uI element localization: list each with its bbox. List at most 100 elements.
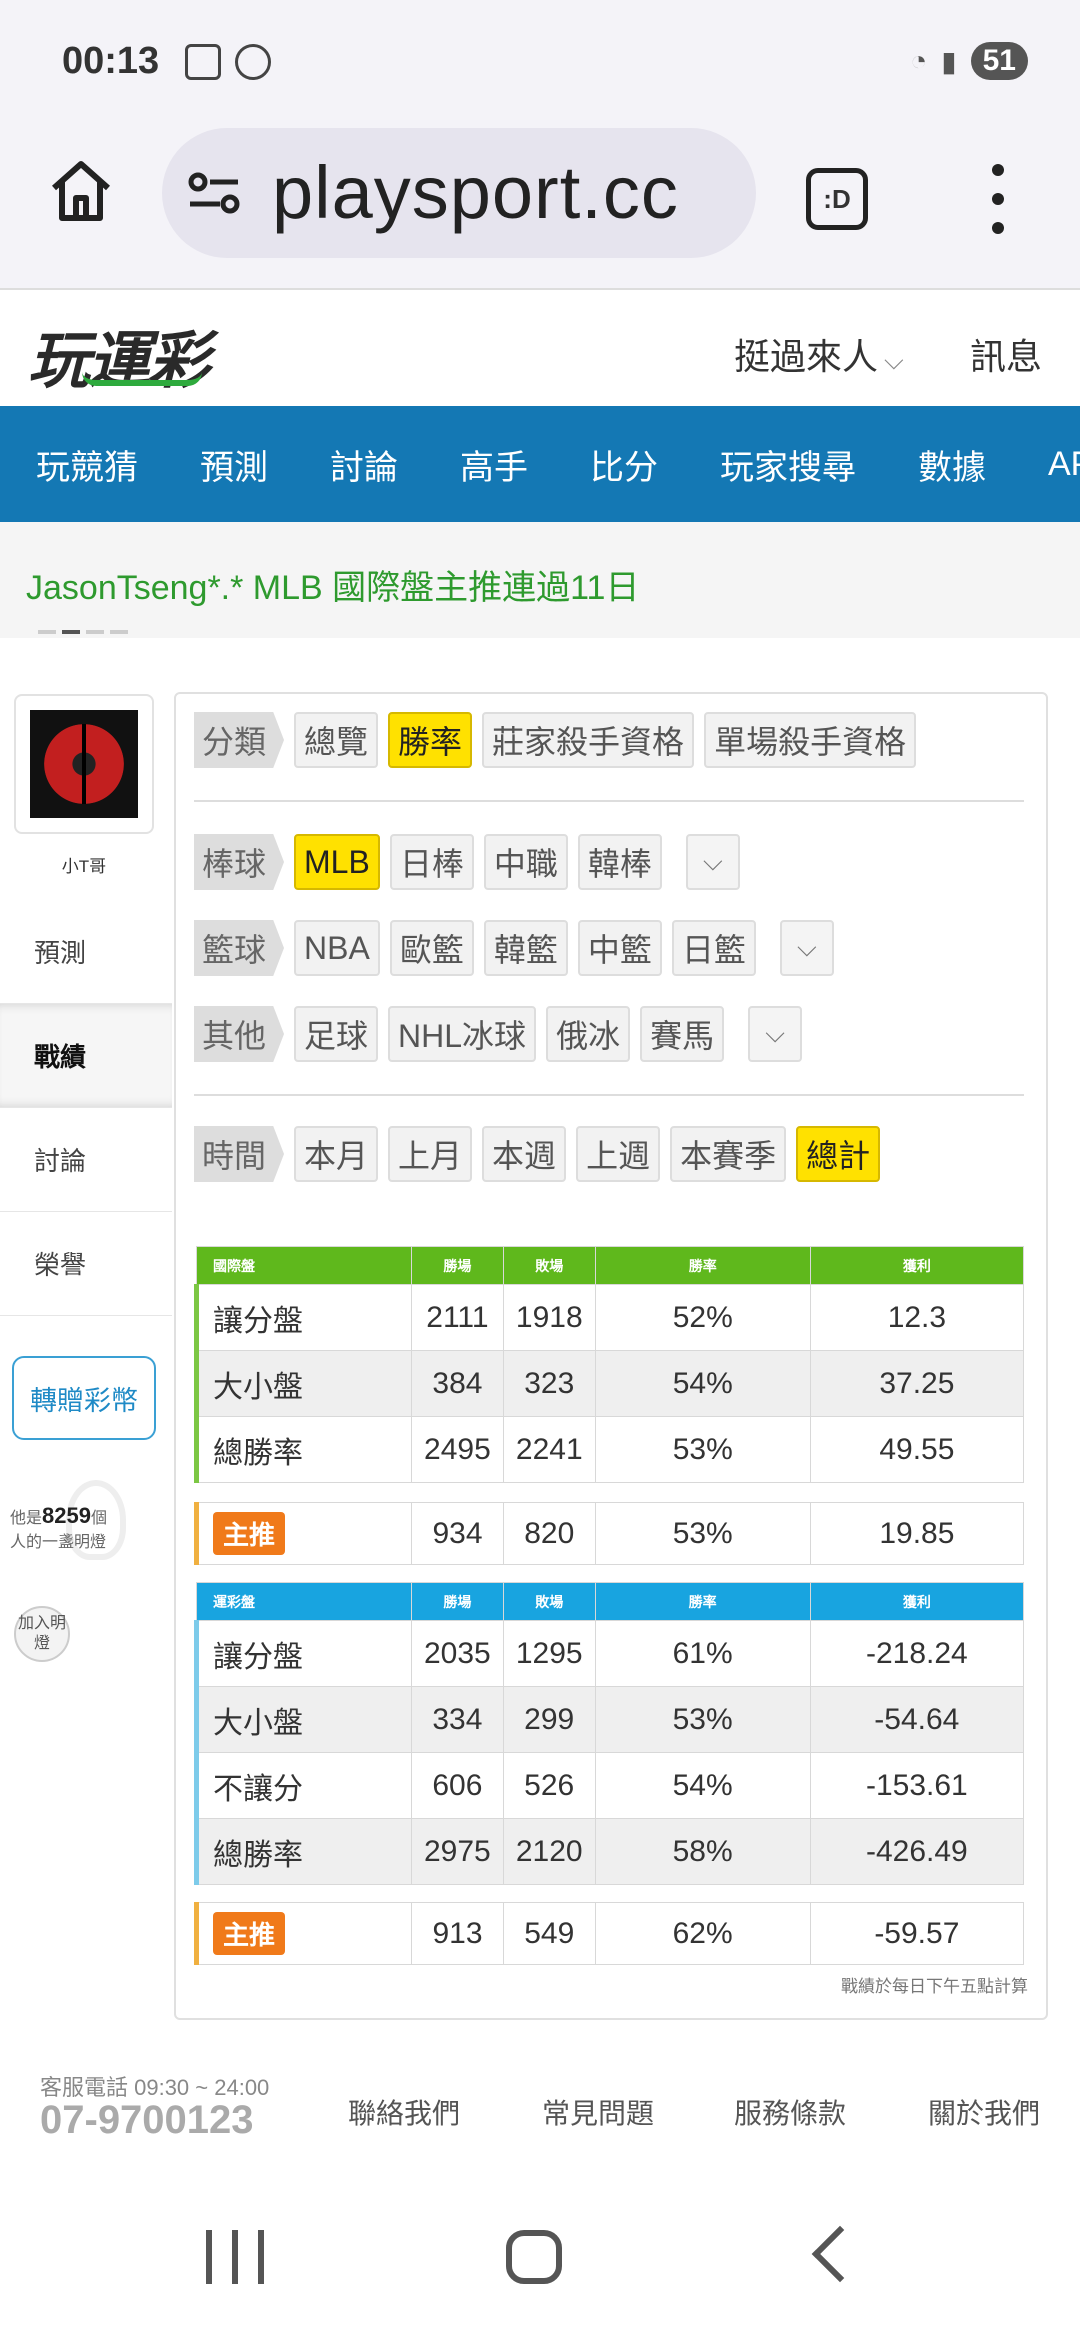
status-bar: 00:13 ◔ ▮ 51 [0,0,1080,120]
table-row: 主推 913 549 62% -59.57 [193,1902,1025,1965]
nav-item[interactable]: 數據 [918,440,986,489]
divider [194,1094,1024,1096]
nav-item[interactable]: 比分 [590,440,658,489]
filter-chip[interactable]: 單場殺手資格 [704,712,917,768]
more-menu-icon[interactable] [986,164,1010,234]
gift-coins-button[interactable]: 轉贈彩幣 [12,1356,156,1440]
system-nav-bar [0,2190,1080,2340]
filter-chip-selected[interactable]: 勝率 [388,712,473,768]
record-panel: 分類 總覽 勝率 莊家殺手資格 單場殺手資格 棒球 MLB 日棒 中職 韓棒 ⌵… [174,692,1048,2020]
table-row: 不讓分 606 526 54% -153.61 [194,1752,1025,1819]
filter-chip[interactable]: 本月 [294,1126,379,1182]
filter-chip[interactable]: 總覽 [294,712,379,768]
table-row: 總勝率 2975 2120 58% -426.49 [194,1818,1025,1885]
filter-label: 分類 [194,712,285,768]
filter-chip[interactable]: 中籃 [577,920,662,976]
avatar[interactable] [14,694,154,834]
filter-chip-selected[interactable]: 總計 [796,1126,881,1182]
ticker-pagination [38,630,128,634]
news-ticker: JasonTseng*.* MLB 國際盤主推連過11日 [0,522,1080,638]
filter-chip[interactable]: NBA [294,920,380,976]
user-menu[interactable]: 挺過來人 ⌵ [734,328,904,380]
lamp-count-text: 他是8259個 人的一盞明燈 [10,1503,107,1552]
filter-label: 其他 [194,1006,285,1062]
browser-toolbar: playsport.cc :D [0,120,1080,290]
site-logo[interactable]: 玩運彩 [28,310,210,400]
logo-swoosh [82,372,202,386]
intl-record-table: 國際盤 勝場 敗場 勝率 獲利 讓分盤 2111 1918 52% 12.3 大小盤 38… [194,1246,1025,1483]
back-icon[interactable] [811,2225,869,2283]
lottery-main-pick-table: 主推 913 549 62% -59.57 [193,1902,1025,1965]
category-filter: 分類 總覽 勝率 莊家殺手資格 單場殺手資格 [194,712,917,768]
table-row: 主推 934 820 53% 19.85 [193,1502,1025,1565]
ticker-text[interactable]: JasonTseng*.* MLB 國際盤主推連過11日 [26,560,639,609]
filter-chip[interactable]: NHL冰球 [388,1006,537,1062]
nav-item[interactable]: 預測 [200,440,268,489]
footer-link-about[interactable]: 關於我們 [928,2092,1040,2132]
intl-main-pick-table: 主推 934 820 53% 19.85 [193,1502,1025,1565]
profile-menu: 預測 戰績 討論 榮譽 [0,900,172,1316]
nav-item[interactable]: 玩家搜尋 [720,440,856,489]
recent-apps-icon[interactable] [206,2230,264,2284]
basketball-filter: 籃球 NBA 歐籃 韓籃 中籃 日籃 ⌵ [194,920,834,976]
filter-chip[interactable]: 本週 [482,1126,567,1182]
lamp-count: 8259 [42,1503,91,1528]
baseball-filter: 棒球 MLB 日棒 中職 韓棒 ⌵ [194,834,740,890]
chevron-down-icon[interactable]: ⌵ [779,920,834,976]
filter-label: 時間 [194,1126,285,1182]
chevron-down-icon[interactable]: ⌵ [748,1006,803,1062]
filter-chip[interactable]: 韓籃 [483,920,568,976]
main-pick-badge: 主推 [213,1912,286,1955]
filter-chip-selected[interactable]: MLB [294,834,380,890]
filter-chip[interactable]: 俄冰 [546,1006,631,1062]
filter-chip[interactable]: 歐籃 [389,920,474,976]
main-pick-badge: 主推 [213,1512,286,1555]
nav-item[interactable]: 討論 [330,440,398,489]
table-header: 運彩盤 勝場 敗場 勝率 獲利 [196,1582,1025,1621]
nav-item[interactable]: 高手 [460,440,528,489]
main-nav: 玩競猜 預測 討論 高手 比分 玩家搜尋 數據 APP [0,406,1080,522]
profile-username: 小T哥 [61,857,107,876]
profile-menu-item[interactable]: 討論 [0,1108,172,1212]
phone-number[interactable]: 07-9700123 [40,2098,254,2143]
filter-chip[interactable]: 賽馬 [640,1006,725,1062]
filter-chip[interactable]: 上週 [576,1126,661,1182]
site-settings-icon[interactable] [188,170,242,216]
url-text: playsport.cc [272,151,679,234]
table-row: 讓分盤 2035 1295 61% -218.24 [194,1620,1025,1687]
filter-chip[interactable]: 日籃 [671,920,756,976]
filter-chip[interactable]: 上月 [388,1126,473,1182]
site-header: 玩運彩 挺過來人 ⌵ 訊息 [0,290,1080,406]
filter-label: 籃球 [194,920,285,976]
table-row: 總勝率 2495 2241 53% 49.55 [194,1416,1025,1483]
home-nav-icon[interactable] [506,2230,562,2284]
wifi-icon: ◔ [910,45,928,76]
profile-menu-item[interactable]: 榮譽 [0,1212,172,1316]
alarm-icon [235,44,271,80]
filter-chip[interactable]: 本賽季 [670,1126,787,1182]
chevron-down-icon[interactable]: ⌵ [685,834,740,890]
filter-chip[interactable]: 中職 [483,834,568,890]
home-icon[interactable] [48,158,114,224]
join-lamp-button[interactable]: 加入明燈 [14,1606,70,1662]
table-header: 國際盤 勝場 敗場 勝率 獲利 [196,1246,1025,1285]
filter-chip[interactable]: 莊家殺手資格 [482,712,695,768]
table-row: 讓分盤 2111 1918 52% 12.3 [194,1284,1025,1351]
footer-link-faq[interactable]: 常見問題 [542,2092,654,2132]
footer-link-terms[interactable]: 服務條款 [734,2092,846,2132]
profile-menu-item-active[interactable]: 戰績 [0,1004,172,1108]
filter-label: 棒球 [194,834,285,890]
filter-chip[interactable]: 日棒 [389,834,474,890]
profile-menu-item[interactable]: 預測 [0,900,172,1004]
footer-link-contact[interactable]: 聯絡我們 [348,2092,460,2132]
address-bar[interactable]: playsport.cc [162,128,756,258]
messages-link[interactable]: 訊息 [970,328,1042,380]
nav-item[interactable]: 玩競猜 [36,440,138,489]
filter-chip[interactable]: 足球 [294,1006,379,1062]
tabs-button[interactable]: :D [806,168,868,230]
filter-chip[interactable]: 韓棒 [577,834,662,890]
table-row: 大小盤 384 323 54% 37.25 [194,1350,1025,1417]
other-sports-filter: 其他 足球 NHL冰球 俄冰 賽馬 ⌵ [194,1006,803,1062]
screenshot-icon [185,44,221,80]
nav-item[interactable]: APP [1048,445,1080,484]
